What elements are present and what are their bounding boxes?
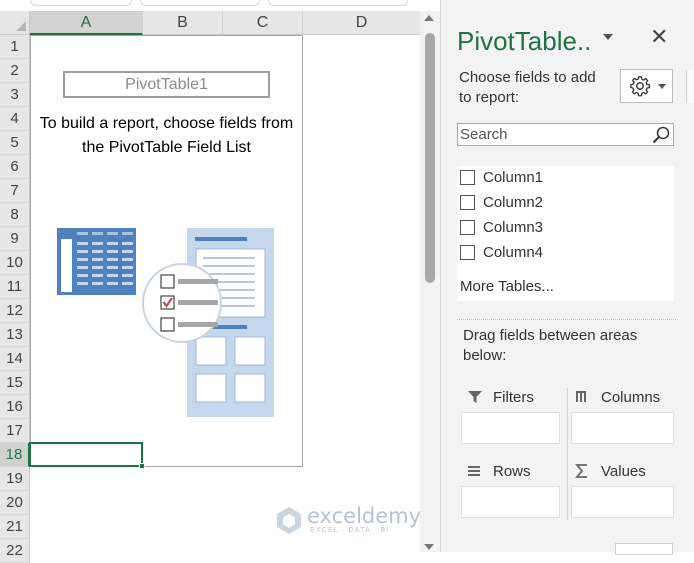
pivot-instructions-line1: To build a report, choose fields from — [39, 115, 294, 132]
pane-title: PivotTable.. — [457, 26, 592, 56]
search-icon[interactable] — [651, 125, 671, 145]
pane-options-chevron-down-icon[interactable] — [603, 34, 613, 40]
filters-area-header: Filters — [465, 386, 534, 408]
row-header-14[interactable]: 14 — [0, 347, 30, 371]
pivot-instructions-line2: the PivotTable Field List — [82, 139, 251, 156]
drag-fields-label-line2: below: — [463, 347, 507, 364]
row-header-10[interactable]: 10 — [0, 251, 30, 275]
row-header-16[interactable]: 16 — [0, 395, 30, 419]
field-label: Column4 — [483, 243, 544, 261]
row-header-13[interactable]: 13 — [0, 323, 30, 347]
column-header-a[interactable]: A — [30, 11, 143, 35]
row-header-17[interactable]: 17 — [0, 419, 30, 443]
values-drop-zone[interactable] — [571, 486, 674, 518]
row-header-12[interactable]: 12 — [0, 299, 30, 323]
rows-drop-zone[interactable] — [461, 486, 560, 518]
row-header-5[interactable]: 5 — [0, 131, 30, 155]
row-header-3[interactable]: 3 — [0, 83, 30, 107]
filters-label: Filters — [493, 388, 534, 406]
choose-fields-label-line1: Choose fields to add — [459, 69, 596, 86]
field-checkbox[interactable] — [460, 194, 475, 210]
field-checkbox[interactable] — [460, 244, 475, 260]
field-item-column3[interactable]: Column3 — [460, 216, 543, 238]
columns-icon — [576, 391, 586, 402]
search-input[interactable] — [458, 124, 648, 145]
row-header-7[interactable]: 7 — [0, 179, 30, 203]
columns-drop-zone[interactable] — [571, 412, 674, 444]
pivot-instructions: To build a report, choose fields from th… — [30, 112, 303, 160]
worksheet[interactable]: A B C D 1 2 3 4 5 6 7 8 9 10 11 12 13 14 15 16 17 18 19 20 2… — [0, 0, 440, 563]
row-header-9[interactable]: 9 — [0, 227, 30, 251]
rows-icon — [468, 466, 480, 476]
pivot-field-list-pane: PivotTable.. ✕ Choose fields to add to r… — [440, 0, 694, 555]
row-header-20[interactable]: 20 — [0, 491, 30, 515]
ribbon-edge — [0, 0, 420, 11]
scroll-up-icon[interactable] — [424, 15, 434, 21]
chevron-down-icon — [658, 84, 666, 89]
row-header-18[interactable]: 18 — [0, 443, 30, 467]
field-label: Column2 — [483, 193, 544, 211]
sigma-icon — [575, 464, 587, 478]
filters-drop-zone[interactable] — [461, 412, 560, 444]
pane-edge — [686, 70, 694, 103]
field-list: Column1 Column2 Column3 Column4 More Tab… — [457, 166, 674, 301]
scroll-down-icon[interactable] — [424, 544, 434, 550]
active-cell-a18[interactable] — [29, 442, 145, 469]
field-label: Column3 — [483, 218, 544, 236]
rows-area-header: Rows — [465, 460, 531, 482]
watermark: exceldemy EXCEL · DATA · BI — [274, 501, 424, 541]
row-header-2[interactable]: 2 — [0, 59, 30, 83]
search-box[interactable] — [457, 123, 674, 146]
field-label: Column1 — [483, 168, 544, 186]
choose-fields-label: Choose fields to add to report: — [459, 68, 609, 108]
close-icon[interactable]: ✕ — [650, 24, 668, 50]
drag-fields-label-line1: Drag fields between areas — [463, 327, 638, 344]
column-header-b[interactable]: B — [143, 11, 223, 35]
pivot-illustration — [57, 228, 274, 417]
row-header-11[interactable]: 11 — [0, 275, 30, 299]
pivot-table-name: PivotTable1 — [63, 71, 270, 98]
drag-fields-label: Drag fields between areas below: — [463, 326, 663, 366]
row-header-22[interactable]: 22 — [0, 539, 30, 563]
row-header-21[interactable]: 21 — [0, 515, 30, 539]
values-area-header: Values — [573, 460, 646, 482]
watermark-tagline: EXCEL · DATA · BI — [310, 527, 390, 534]
select-all-button[interactable] — [0, 11, 30, 35]
field-item-column1[interactable]: Column1 — [460, 166, 543, 188]
exceldemy-logo-icon — [277, 507, 301, 534]
field-checkbox[interactable] — [460, 169, 475, 185]
choose-fields-label-line2: to report: — [459, 89, 520, 106]
column-header-c[interactable]: C — [223, 11, 303, 35]
tools-button[interactable] — [620, 69, 673, 103]
row-header-6[interactable]: 6 — [0, 155, 30, 179]
row-header-1[interactable]: 1 — [0, 35, 30, 59]
gear-icon — [630, 76, 651, 97]
field-checkbox[interactable] — [460, 219, 475, 235]
pane-divider — [457, 319, 678, 320]
filter-icon — [468, 391, 482, 403]
scroll-thumb[interactable] — [425, 33, 435, 283]
values-label: Values — [601, 462, 646, 480]
row-header-4[interactable]: 4 — [0, 107, 30, 131]
columns-area-header: Columns — [573, 386, 660, 408]
columns-label: Columns — [601, 388, 661, 406]
watermark-name: exceldemy — [307, 504, 422, 528]
row-header-8[interactable]: 8 — [0, 203, 30, 227]
areas-divider — [567, 388, 568, 520]
more-tables-link[interactable]: More Tables... — [460, 278, 554, 295]
update-button[interactable] — [615, 543, 673, 555]
row-header-15[interactable]: 15 — [0, 371, 30, 395]
field-item-column2[interactable]: Column2 — [460, 191, 543, 213]
field-item-column4[interactable]: Column4 — [460, 241, 543, 263]
row-header-19[interactable]: 19 — [0, 467, 30, 491]
rows-label: Rows — [493, 462, 531, 480]
fill-handle[interactable] — [139, 463, 145, 469]
column-header-d[interactable]: D — [303, 11, 420, 35]
vertical-scrollbar[interactable] — [420, 11, 440, 552]
